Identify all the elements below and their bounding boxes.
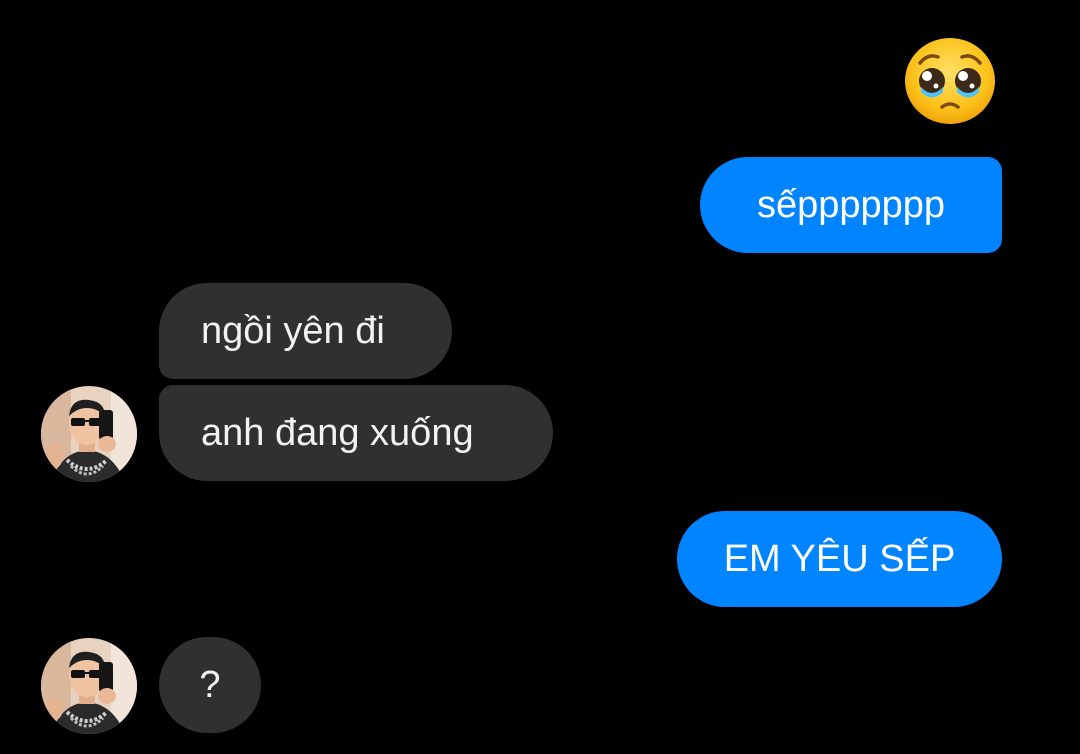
chat-thread: sếppppppp ngồi yên đi anh đang xuống EM … bbox=[0, 0, 1080, 754]
pleading-face-emoji-icon[interactable] bbox=[904, 37, 996, 125]
message-text: anh đang xuống bbox=[201, 412, 474, 454]
incoming-message-bubble[interactable]: ngồi yên đi bbox=[159, 283, 452, 379]
contact-avatar[interactable] bbox=[41, 638, 137, 734]
message-text: EM YÊU SẾP bbox=[723, 538, 956, 580]
message-text: ? bbox=[199, 664, 221, 706]
outgoing-message-bubble[interactable]: EM YÊU SẾP bbox=[677, 511, 1002, 607]
incoming-message-bubble[interactable]: ? bbox=[159, 637, 261, 733]
message-text: sếppppppp bbox=[756, 184, 946, 226]
outgoing-message-bubble[interactable]: sếppppppp bbox=[700, 157, 1002, 253]
contact-avatar[interactable] bbox=[41, 386, 137, 482]
message-text: ngồi yên đi bbox=[201, 310, 385, 352]
incoming-message-bubble[interactable]: anh đang xuống bbox=[159, 385, 553, 481]
